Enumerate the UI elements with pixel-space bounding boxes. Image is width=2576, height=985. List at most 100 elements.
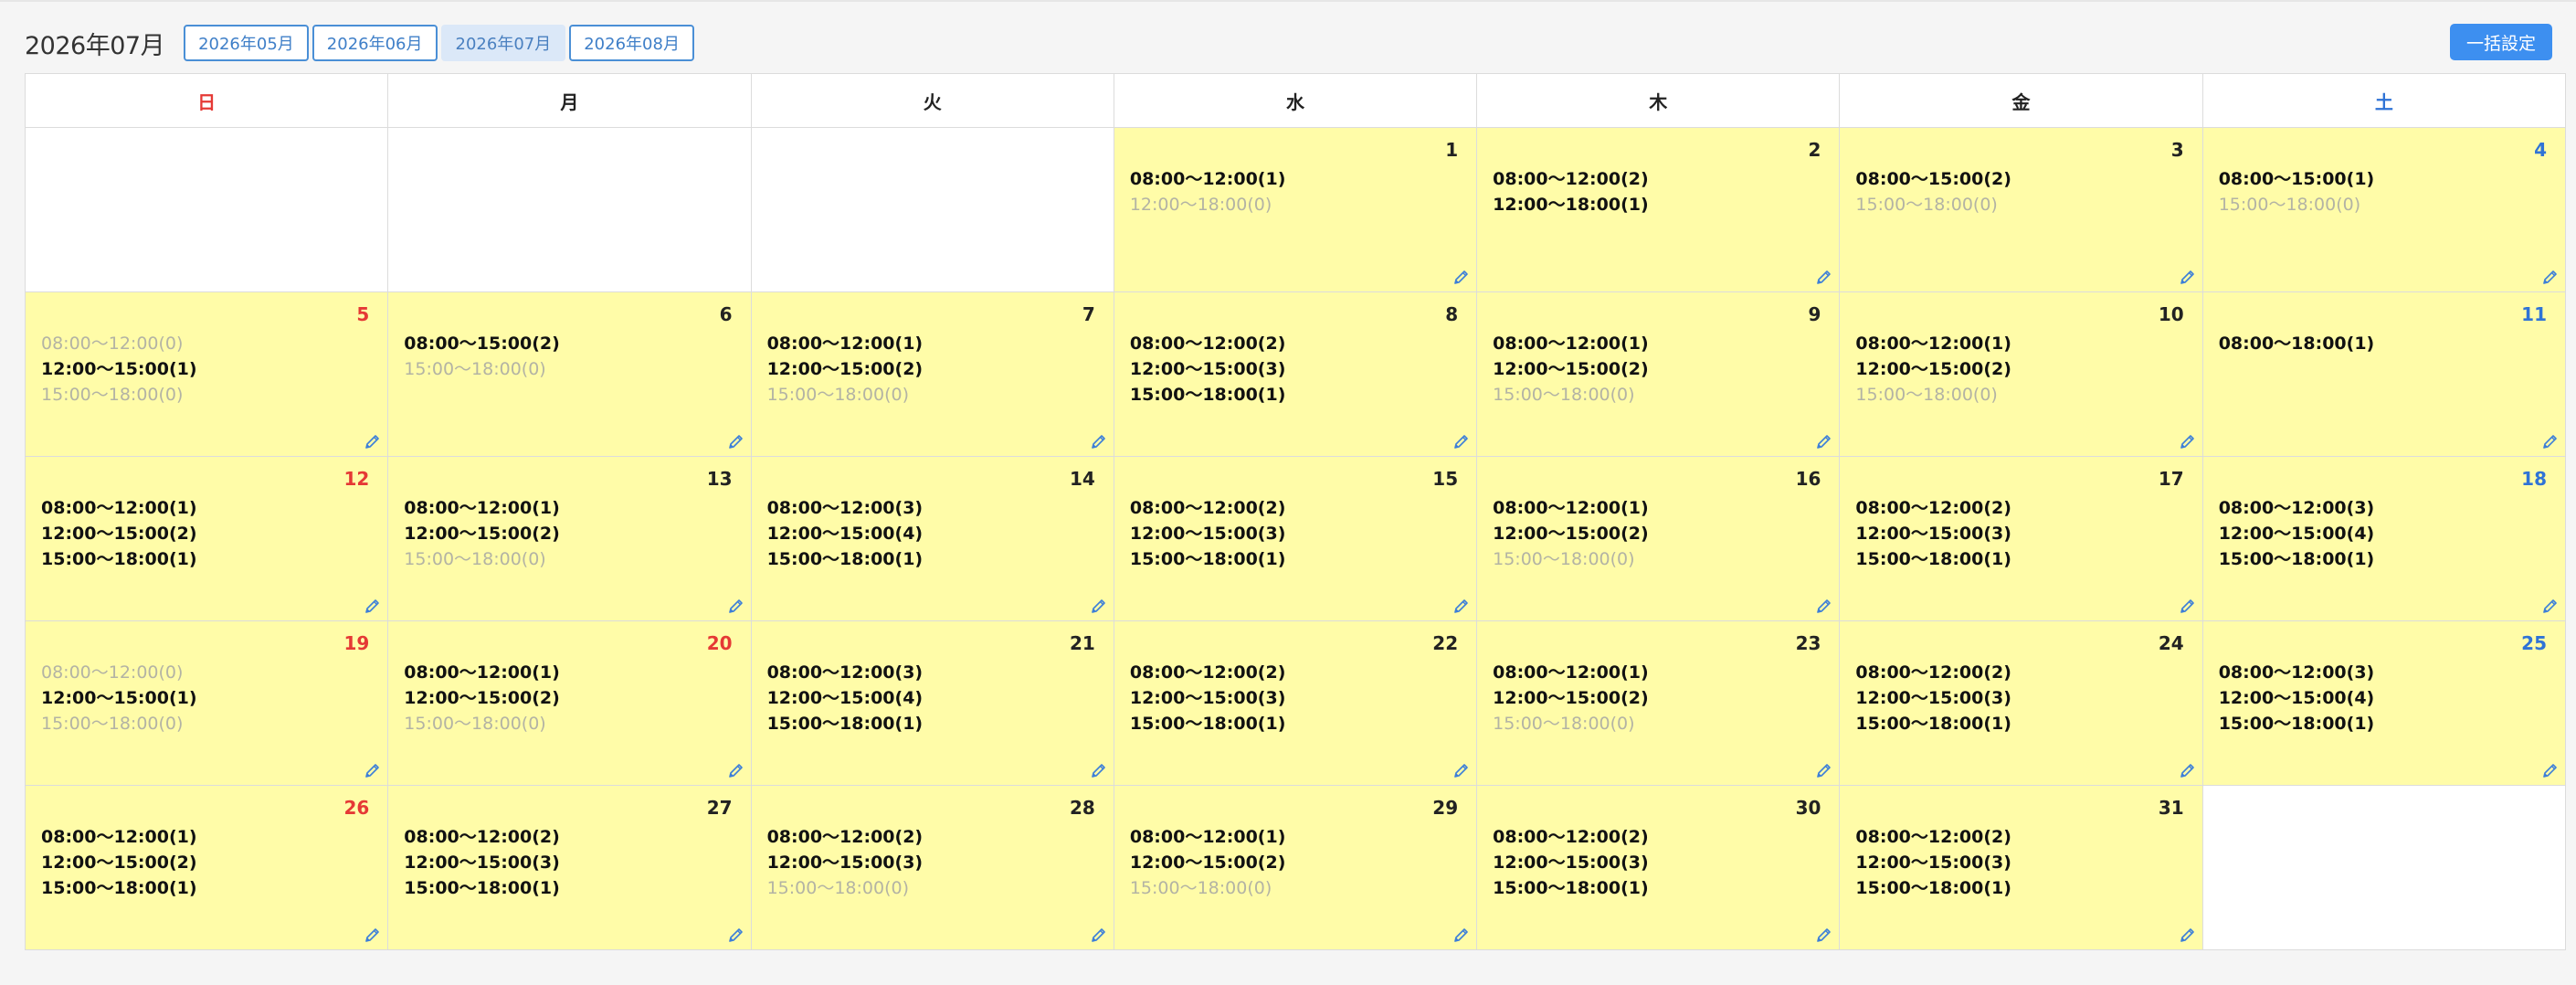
pencil-icon[interactable] (727, 761, 745, 779)
page-title: 2026年07月 (25, 31, 165, 60)
pencil-icon[interactable] (1452, 597, 1471, 615)
time-slot-list: 08:00〜12:00(2) 12:00〜15:00(3) 15:00〜18:00(… (1855, 824, 2011, 901)
day-cell[interactable]: 2 08:00〜12:00(2) 12:00〜18:00(1) (1476, 127, 1841, 292)
pencil-icon[interactable] (1815, 432, 1833, 450)
pencil-icon[interactable] (364, 432, 382, 450)
pencil-icon[interactable] (1815, 761, 1833, 779)
pencil-icon[interactable] (2541, 268, 2560, 286)
day-cell[interactable]: 29 08:00〜12:00(1) 12:00〜15:00(2) 15:00〜18:0… (1113, 785, 1478, 950)
pencil-icon[interactable] (1815, 597, 1833, 615)
day-cell[interactable]: 15 08:00〜12:00(2) 12:00〜15:00(3) 15:00〜18:0… (1113, 456, 1478, 621)
time-slot-list: 08:00〜12:00(1) 12:00〜15:00(2) 15:00〜18:00(… (1855, 331, 2011, 408)
day-cell[interactable]: 7 08:00〜12:00(1) 12:00〜15:00(2) 15:00〜18:00… (750, 291, 1114, 457)
day-cell[interactable]: 3 08:00〜15:00(2) 15:00〜18:00(0) (1839, 127, 2203, 292)
day-cell[interactable]: 18 08:00〜12:00(3) 12:00〜15:00(4) 15:00〜18:0… (2201, 456, 2567, 621)
time-slot-list: 08:00〜12:00(0) 12:00〜15:00(1) 15:00〜18:00(… (41, 660, 197, 736)
empty-day-cell (24, 127, 389, 292)
time-slot: 08:00〜12:00(1) (1129, 827, 1286, 847)
day-cell[interactable]: 23 08:00〜12:00(1) 12:00〜15:00(2) 15:00〜18:0… (1476, 620, 1841, 786)
time-slot: 08:00〜12:00(1) (766, 334, 924, 354)
pencil-icon[interactable] (2179, 926, 2197, 944)
time-slot: 08:00〜12:00(2) (1493, 169, 1649, 189)
day-cell[interactable]: 19 08:00〜12:00(0) 12:00〜15:00(1) 15:00〜18:0… (24, 620, 389, 786)
pencil-icon[interactable] (364, 597, 382, 615)
pencil-icon[interactable] (1090, 926, 1108, 944)
time-slot: 12:00〜15:00(3) (1855, 688, 2011, 708)
day-cell[interactable]: 16 08:00〜12:00(1) 12:00〜15:00(2) 15:00〜18:0… (1476, 456, 1841, 621)
pencil-icon[interactable] (2541, 597, 2560, 615)
day-cell[interactable]: 8 08:00〜12:00(2) 12:00〜15:00(3) 15:00〜18:00… (1113, 291, 1478, 457)
day-cell[interactable]: 17 08:00〜12:00(2) 12:00〜15:00(3) 15:00〜18:0… (1839, 456, 2203, 621)
time-slot: 12:00〜18:00(0) (1129, 195, 1272, 215)
pencil-icon[interactable] (2179, 761, 2197, 779)
day-cell[interactable]: 20 08:00〜12:00(1) 12:00〜15:00(2) 15:00〜18:0… (387, 620, 752, 786)
day-cell[interactable]: 5 08:00〜12:00(0) 12:00〜15:00(1) 15:00〜18:00… (24, 291, 389, 457)
bulk-setting-button[interactable]: 一括設定 (2449, 24, 2552, 60)
month-button-1[interactable]: 2026年06月 (311, 25, 438, 61)
time-slot: 12:00〜15:00(2) (1493, 359, 1649, 379)
day-cell[interactable]: 13 08:00〜12:00(1) 12:00〜15:00(2) 15:00〜18:0… (387, 456, 752, 621)
pencil-icon[interactable] (1815, 268, 1833, 286)
day-cell[interactable]: 26 08:00〜12:00(1) 12:00〜15:00(2) 15:00〜18:0… (24, 785, 389, 950)
time-slot-list: 08:00〜12:00(3) 12:00〜15:00(4) 15:00〜18:00(… (767, 660, 924, 736)
pencil-icon[interactable] (2179, 268, 2197, 286)
day-cell[interactable]: 9 08:00〜12:00(1) 12:00〜15:00(2) 15:00〜18:00… (1476, 291, 1841, 457)
time-slot: 15:00〜18:00(1) (1129, 714, 1286, 734)
week-row: 5 08:00〜12:00(0) 12:00〜15:00(1) 15:00〜18:00… (24, 291, 2567, 457)
weekday-sun: 日 (24, 73, 389, 128)
pencil-icon[interactable] (1452, 432, 1471, 450)
day-cell[interactable]: 14 08:00〜12:00(3) 12:00〜15:00(4) 15:00〜18:0… (750, 456, 1114, 621)
day-number: 23 (1795, 632, 1821, 654)
pencil-icon[interactable] (727, 926, 745, 944)
time-slot: 15:00〜18:00(0) (1855, 385, 1998, 405)
pencil-icon[interactable] (1090, 761, 1108, 779)
pencil-icon[interactable] (727, 432, 745, 450)
pencil-icon[interactable] (2541, 761, 2560, 779)
pencil-icon[interactable] (1452, 761, 1471, 779)
day-cell[interactable]: 22 08:00〜12:00(2) 12:00〜15:00(3) 15:00〜18:0… (1113, 620, 1478, 786)
time-slot-list: 08:00〜12:00(2) 12:00〜15:00(3) 15:00〜18:00(… (404, 824, 560, 901)
pencil-icon[interactable] (364, 926, 382, 944)
time-slot-list: 08:00〜12:00(2) 12:00〜15:00(3) 15:00〜18:00(… (1855, 660, 2011, 736)
day-cell[interactable]: 31 08:00〜12:00(2) 12:00〜15:00(3) 15:00〜18:0… (1839, 785, 2203, 950)
pencil-icon[interactable] (1090, 597, 1108, 615)
time-slot: 12:00〜15:00(2) (1855, 359, 2011, 379)
time-slot: 08:00〜12:00(3) (2218, 662, 2375, 683)
day-cell[interactable]: 4 08:00〜15:00(1) 15:00〜18:00(0) (2201, 127, 2567, 292)
month-button-2[interactable]: 2026年07月 (440, 25, 566, 61)
day-number: 8 (1445, 303, 1459, 325)
pencil-icon[interactable] (2179, 432, 2197, 450)
pencil-icon[interactable] (1815, 926, 1833, 944)
pencil-icon[interactable] (2541, 432, 2560, 450)
day-cell[interactable]: 25 08:00〜12:00(3) 12:00〜15:00(4) 15:00〜18:0… (2201, 620, 2567, 786)
time-slot: 15:00〜18:00(1) (1129, 549, 1286, 569)
pencil-icon[interactable] (364, 761, 382, 779)
day-cell[interactable]: 27 08:00〜12:00(2) 12:00〜15:00(3) 15:00〜18:0… (387, 785, 752, 950)
day-cell[interactable]: 11 08:00〜18:00(1) (2201, 291, 2567, 457)
day-cell[interactable]: 21 08:00〜12:00(3) 12:00〜15:00(4) 15:00〜18:0… (750, 620, 1114, 786)
time-slot: 12:00〜15:00(3) (1855, 524, 2011, 544)
time-slot: 12:00〜15:00(4) (766, 688, 924, 708)
time-slot-list: 08:00〜15:00(2) 15:00〜18:00(0) (404, 331, 560, 382)
day-cell[interactable]: 1 08:00〜12:00(1) 12:00〜18:00(0) (1113, 127, 1478, 292)
day-number: 26 (343, 797, 370, 819)
day-cell[interactable]: 24 08:00〜12:00(2) 12:00〜15:00(3) 15:00〜18:0… (1839, 620, 2203, 786)
month-button-3[interactable]: 2026年08月 (569, 25, 694, 61)
pencil-icon[interactable] (727, 597, 745, 615)
day-cell[interactable]: 10 08:00〜12:00(1) 12:00〜15:00(2) 15:00〜18:0… (1839, 291, 2203, 457)
pencil-icon[interactable] (1090, 432, 1108, 450)
pencil-icon[interactable] (1452, 268, 1471, 286)
month-button-0[interactable]: 2026年05月 (184, 25, 309, 61)
day-cell[interactable]: 28 08:00〜12:00(2) 12:00〜15:00(3) 15:00〜18:0… (750, 785, 1114, 950)
pencil-icon[interactable] (1452, 926, 1471, 944)
pencil-icon[interactable] (2179, 597, 2197, 615)
time-slot: 12:00〜15:00(3) (1855, 853, 2011, 873)
day-cell[interactable]: 12 08:00〜12:00(1) 12:00〜15:00(2) 15:00〜18:0… (24, 456, 389, 621)
time-slot-list: 08:00〜12:00(2) 12:00〜15:00(3) 15:00〜18:00(… (1130, 331, 1286, 408)
time-slot: 15:00〜18:00(1) (41, 878, 197, 898)
time-slot: 15:00〜18:00(0) (404, 549, 546, 569)
time-slot: 12:00〜15:00(2) (41, 524, 197, 544)
day-cell[interactable]: 6 08:00〜15:00(2) 15:00〜18:00(0) (387, 291, 752, 457)
day-cell[interactable]: 30 08:00〜12:00(2) 12:00〜15:00(3) 15:00〜18:0… (1476, 785, 1841, 950)
time-slot: 15:00〜18:00(0) (404, 714, 546, 734)
